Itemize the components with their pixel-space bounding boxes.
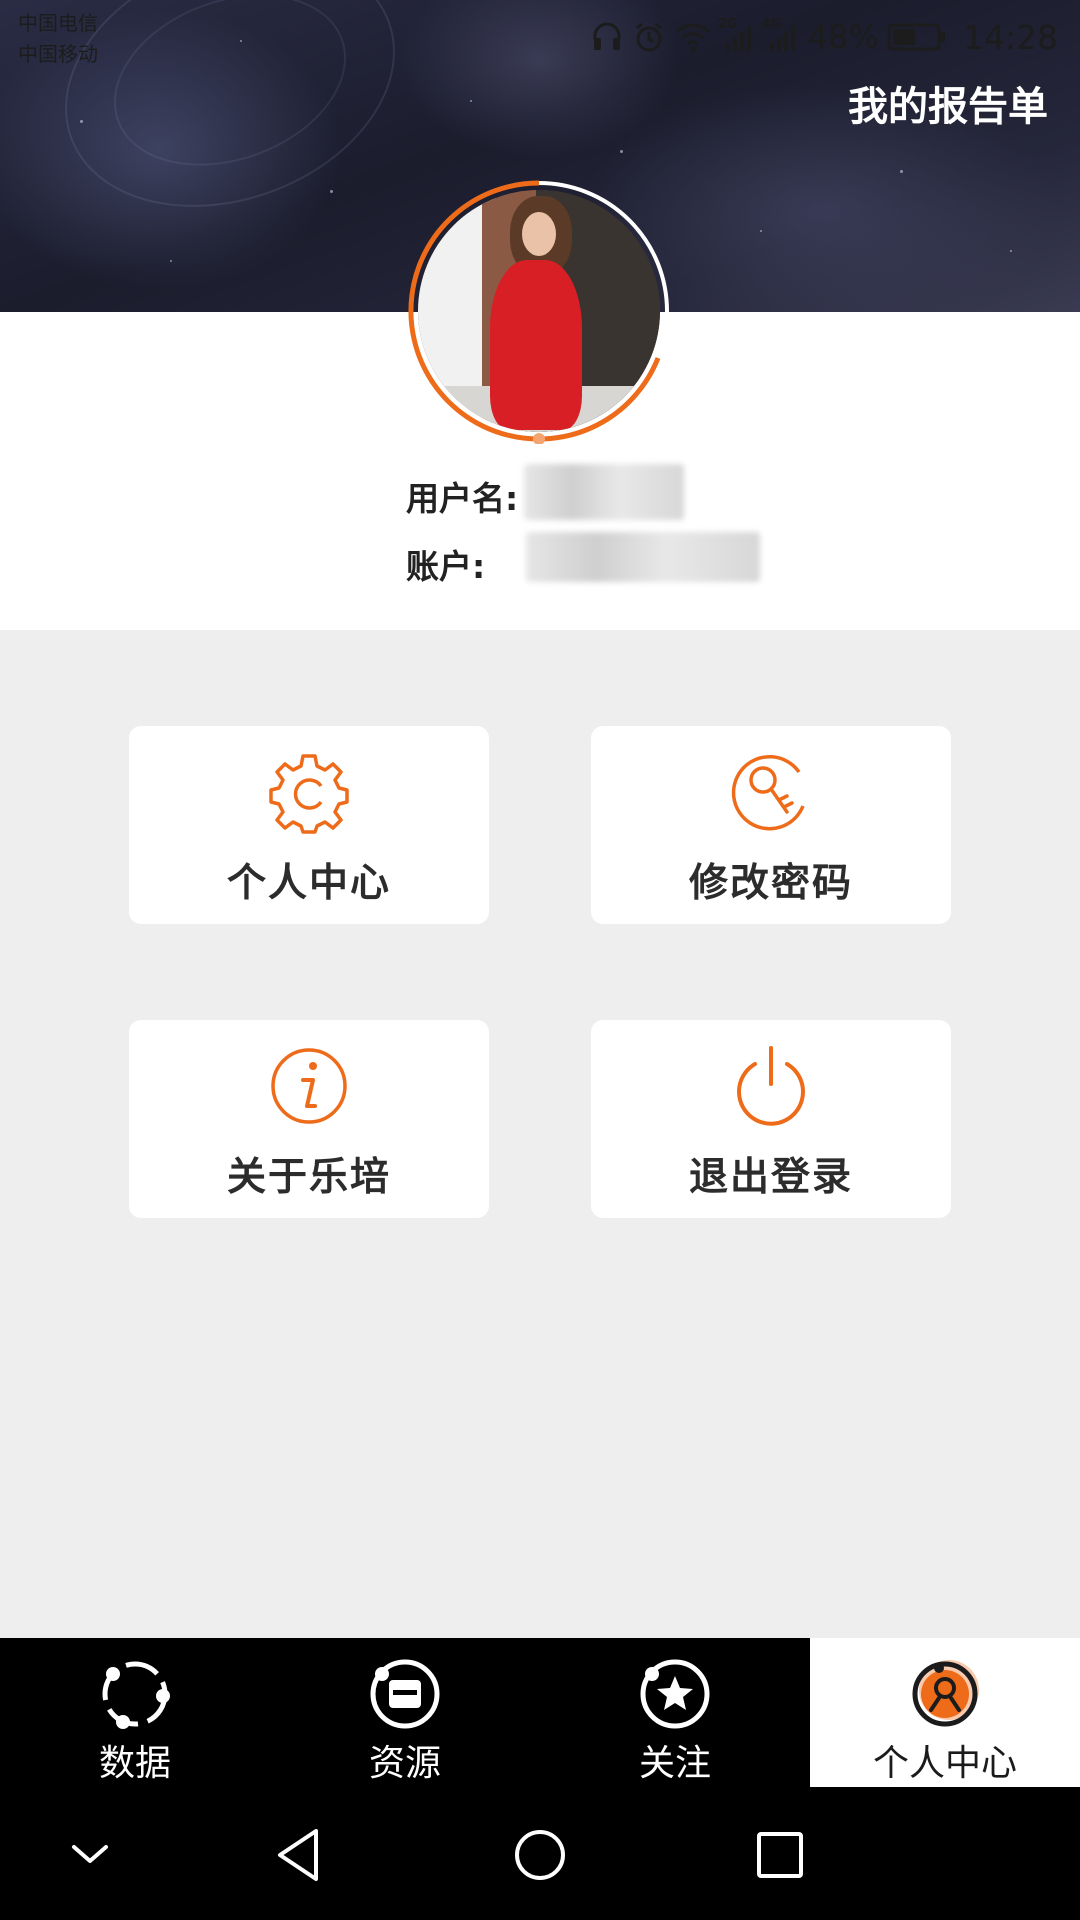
chevron-down-icon[interactable] xyxy=(50,1815,130,1895)
tab-resources[interactable]: 资源 xyxy=(270,1638,540,1787)
my-report-link[interactable]: 我的报告单 xyxy=(848,74,1048,132)
carrier-2: 中国移动 xyxy=(18,42,98,66)
star xyxy=(760,230,762,232)
carrier-info: 中国电信 中国移动 xyxy=(18,8,98,70)
user-icon xyxy=(912,1660,979,1727)
network-4g-label: 4G xyxy=(761,17,782,32)
alarm-icon xyxy=(632,20,666,54)
about-card[interactable]: 关于乐培 xyxy=(129,1020,489,1218)
star xyxy=(470,100,472,102)
gear-icon xyxy=(269,754,349,834)
tab-personal-center[interactable]: 个人中心 xyxy=(810,1638,1080,1787)
personal-center-card[interactable]: 个人中心 xyxy=(129,726,489,924)
avatar-ring xyxy=(408,180,669,444)
tab-label: 资源 xyxy=(368,1743,441,1784)
battery-icon xyxy=(887,22,947,52)
star xyxy=(620,150,623,153)
headphones-icon xyxy=(590,20,624,54)
network-2g-label: 2G xyxy=(717,17,738,32)
card-label: 退出登录 xyxy=(688,1155,853,1200)
tab-data[interactable]: 数据 xyxy=(0,1638,270,1787)
battery-percent: 48% xyxy=(807,18,879,56)
tab-label: 数据 xyxy=(98,1743,171,1784)
wifi-icon xyxy=(674,21,712,53)
tab-follow[interactable]: 关注 xyxy=(540,1638,810,1787)
info-icon xyxy=(271,1048,347,1124)
recents-icon[interactable] xyxy=(740,1815,820,1895)
card-label: 个人中心 xyxy=(226,861,391,906)
account-value-redacted xyxy=(526,532,760,582)
clock: 14:28 xyxy=(962,17,1058,57)
signal-4g-icon: 4G xyxy=(762,17,800,53)
star xyxy=(900,170,903,173)
bottom-tab-bar: 数据 资源 关注 个人中心 xyxy=(0,1638,1080,1787)
back-icon[interactable] xyxy=(260,1815,340,1895)
system-nav-bar xyxy=(0,1787,1080,1920)
power-icon xyxy=(737,1046,805,1126)
avatar[interactable] xyxy=(406,178,672,444)
card-label: 修改密码 xyxy=(688,861,853,906)
star xyxy=(330,190,333,193)
change-password-card[interactable]: 修改密码 xyxy=(591,726,951,924)
star-icon xyxy=(640,1659,710,1729)
username-value-redacted xyxy=(524,464,684,520)
data-circle-icon xyxy=(102,1661,170,1729)
star xyxy=(170,260,172,262)
star xyxy=(240,40,242,42)
home-icon[interactable] xyxy=(500,1815,580,1895)
username-label: 用户名: xyxy=(406,479,519,518)
card-label: 关于乐培 xyxy=(226,1155,391,1200)
star xyxy=(1010,250,1012,252)
account-label: 账户: xyxy=(406,547,486,586)
star xyxy=(80,120,83,123)
resource-icon xyxy=(370,1659,440,1729)
tab-label: 关注 xyxy=(638,1743,711,1784)
tab-label: 个人中心 xyxy=(872,1743,1017,1784)
carrier-1: 中国电信 xyxy=(18,11,98,35)
logout-card[interactable]: 退出登录 xyxy=(591,1020,951,1218)
key-icon xyxy=(731,754,805,831)
status-bar: 2G 4G 48% 14:28 xyxy=(590,14,1058,60)
signal-2g-icon: 2G xyxy=(718,17,756,53)
